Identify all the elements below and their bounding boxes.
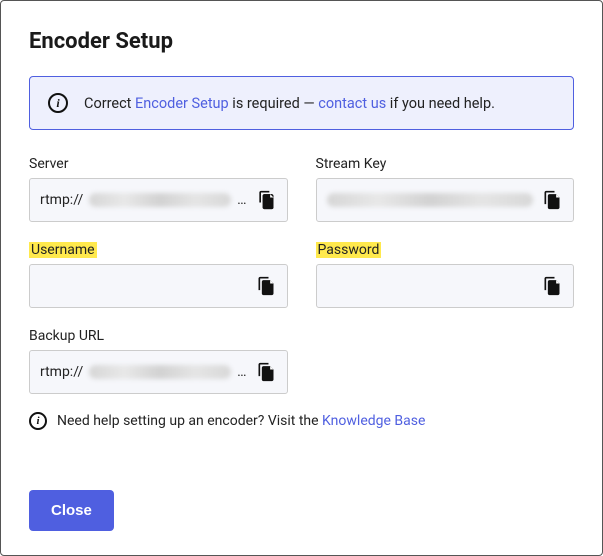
redacted-value bbox=[89, 193, 231, 207]
backup-url-label: Backup URL bbox=[29, 328, 104, 344]
stream-key-field: Stream Key bbox=[316, 156, 575, 222]
copy-icon bbox=[256, 362, 276, 382]
backup-url-prefix: rtmp:// bbox=[40, 364, 83, 380]
copy-stream-key-button[interactable] bbox=[539, 187, 565, 213]
password-field: Password bbox=[316, 242, 575, 308]
encoder-setup-modal: Encoder Setup i Correct Encoder Setup is… bbox=[0, 0, 603, 556]
banner-text: is required — bbox=[229, 95, 319, 112]
knowledge-base-link[interactable]: Knowledge Base bbox=[322, 413, 425, 429]
password-input[interactable] bbox=[316, 264, 575, 308]
copy-icon bbox=[542, 276, 562, 296]
banner-text: if you need help. bbox=[386, 95, 495, 112]
copy-icon bbox=[256, 276, 276, 296]
help-line: i Need help setting up an encoder? Visit… bbox=[29, 412, 574, 430]
redacted-value bbox=[327, 193, 534, 207]
server-field: Server rtmp:// … bbox=[29, 156, 288, 222]
fields-grid: Server rtmp:// … Stream Key Username bbox=[29, 156, 574, 394]
username-label: Username bbox=[29, 242, 97, 258]
copy-icon bbox=[542, 190, 562, 210]
info-banner-message: Correct Encoder Setup is required — cont… bbox=[84, 95, 495, 112]
copy-backup-url-button[interactable] bbox=[253, 359, 279, 385]
close-button[interactable]: Close bbox=[29, 490, 114, 531]
server-input[interactable]: rtmp:// … bbox=[29, 178, 288, 222]
backup-url-field: Backup URL rtmp:// … bbox=[29, 328, 288, 394]
copy-username-button[interactable] bbox=[253, 273, 279, 299]
ellipsis: … bbox=[237, 192, 246, 208]
banner-text: Correct bbox=[84, 95, 135, 112]
page-title: Encoder Setup bbox=[29, 29, 574, 54]
ellipsis: … bbox=[237, 364, 246, 380]
copy-icon bbox=[256, 190, 276, 210]
server-label: Server bbox=[29, 156, 68, 172]
username-field: Username bbox=[29, 242, 288, 308]
info-icon: i bbox=[29, 412, 47, 430]
contact-us-link[interactable]: contact us bbox=[318, 95, 386, 112]
copy-password-button[interactable] bbox=[539, 273, 565, 299]
backup-url-input[interactable]: rtmp:// … bbox=[29, 350, 288, 394]
stream-key-label: Stream Key bbox=[316, 156, 387, 172]
info-banner: i Correct Encoder Setup is required — co… bbox=[29, 76, 574, 130]
help-text-part: Need help setting up an encoder? Visit t… bbox=[57, 413, 322, 429]
server-prefix: rtmp:// bbox=[40, 192, 83, 208]
modal-footer: Close bbox=[29, 490, 574, 531]
password-label: Password bbox=[316, 242, 382, 258]
info-icon: i bbox=[48, 93, 68, 113]
stream-key-input[interactable] bbox=[316, 178, 575, 222]
help-text: Need help setting up an encoder? Visit t… bbox=[57, 413, 425, 429]
username-input[interactable] bbox=[29, 264, 288, 308]
copy-server-button[interactable] bbox=[253, 187, 279, 213]
redacted-value bbox=[89, 365, 231, 379]
encoder-setup-link[interactable]: Encoder Setup bbox=[135, 95, 229, 112]
